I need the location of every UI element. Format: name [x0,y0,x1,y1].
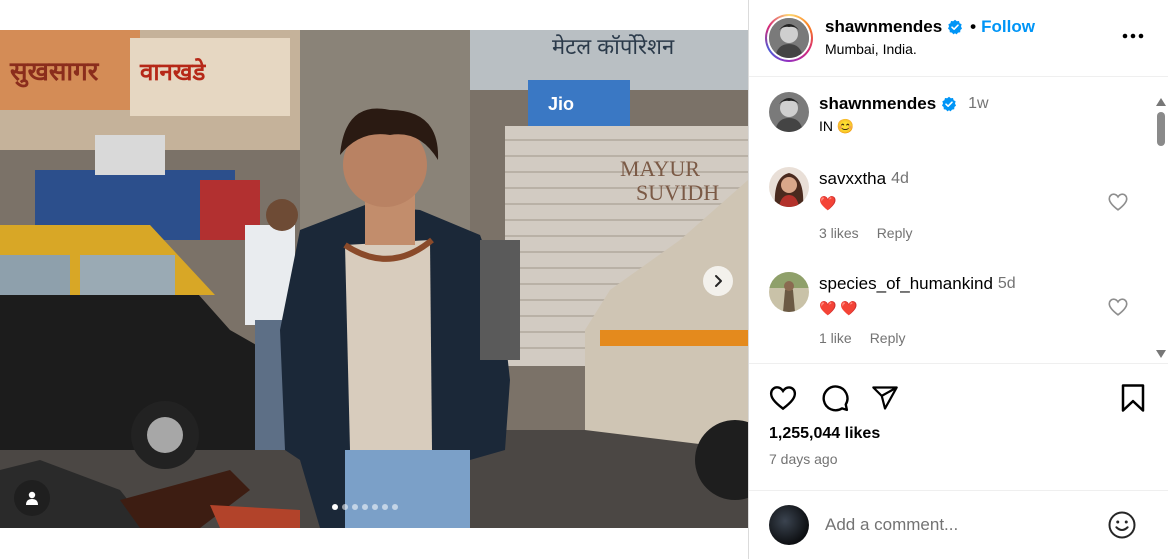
comment-input[interactable] [825,513,1095,537]
comment-username[interactable]: savxxtha [819,169,886,189]
shop-sign-1: सुखसागर [9,56,100,88]
comment-text: ❤️ [819,195,837,211]
author-line: shawnmendes • Follow [825,17,1035,37]
comment-button[interactable] [819,382,851,414]
post-actions [749,380,1168,420]
comment-username[interactable]: species_of_humankind [819,274,993,294]
heart-icon [1108,193,1128,211]
chevron-right-icon [715,275,722,287]
comment-time[interactable]: 4d [891,170,909,188]
like-button[interactable] [767,382,799,414]
corp-sign: मेटल कॉर्पोरेशन [552,34,675,59]
comment-bubble-icon [822,385,849,412]
more-options-button[interactable] [1121,24,1145,48]
follow-button[interactable]: Follow [981,17,1035,37]
mayur-sign-2: SUVIDH [636,180,719,205]
scroll-thumb[interactable] [1157,112,1165,146]
verified-badge-icon [942,96,957,112]
paper-plane-icon [872,386,898,410]
avatar [769,18,809,58]
comments-scrollbar[interactable] [1155,98,1167,363]
carousel-dots [332,504,398,510]
reply-button[interactable]: Reply [877,225,913,241]
carousel-dot [332,504,338,510]
post-photo[interactable]: सुखसागर वानखडे मेटल कॉर्पोरेशन Jio MAYUR… [0,30,748,528]
carousel-dot [362,504,368,510]
author-username[interactable]: shawnmendes [825,17,942,37]
caption-username[interactable]: shawnmendes [819,94,936,114]
author-avatar-story-ring[interactable] [765,14,813,62]
more-horizontal-icon [1122,33,1144,39]
add-comment-bar [749,490,1168,559]
shop-sign-2: वानखडे [139,58,207,86]
comment-like-button[interactable] [1107,296,1129,318]
comment-time[interactable]: 5d [998,275,1016,293]
post-media: सुखसागर वानखडे मेटल कॉर्पोरेशन Jio MAYUR… [0,0,748,559]
smiley-icon [1108,511,1136,539]
comments-list[interactable]: shawnmendes 1w IN 😊 savxxtha 4d ❤️ 3 lik… [749,78,1168,364]
carousel-dot [382,504,388,510]
carousel-dot [352,504,358,510]
post-details-panel: shawnmendes • Follow Mumbai, India. shaw… [748,0,1168,559]
post-date[interactable]: 7 days ago [769,451,838,467]
street-scene-image: सुखसागर वानखडे मेटल कॉर्पोरेशन Jio MAYUR… [0,30,748,528]
post-location[interactable]: Mumbai, India. [825,41,917,57]
share-button[interactable] [869,382,901,414]
comment-text: ❤️ ❤️ [819,300,858,316]
user-tag-icon [26,491,38,505]
comment-likes-count[interactable]: 1 like [819,330,852,346]
scroll-up-arrow[interactable] [1156,98,1166,106]
jio-sign: Jio [548,94,574,114]
comment-item: species_of_humankind 5d ❤️ ❤️ 1 like Rep… [769,272,1139,363]
next-slide-button[interactable] [703,266,733,296]
post-header: shawnmendes • Follow Mumbai, India. [749,0,1168,77]
emoji-button[interactable] [1107,510,1137,540]
avatar[interactable] [769,167,809,207]
verified-badge-icon [948,19,963,35]
comment-item: savxxtha 4d ❤️ 3 likes Reply [769,167,1139,267]
separator-dot: • [970,17,977,36]
mayur-sign-1: MAYUR [620,156,700,181]
comment-like-button[interactable] [1107,191,1129,213]
caption: shawnmendes 1w IN 😊 [769,92,1139,152]
caption-time[interactable]: 1w [968,95,988,113]
avatar[interactable] [769,272,809,312]
scroll-down-arrow[interactable] [1156,350,1166,358]
avatar[interactable] [769,92,809,132]
save-button[interactable] [1117,382,1149,414]
heart-icon [769,386,797,411]
avatar [769,505,809,545]
comment-likes-count[interactable]: 3 likes [819,225,859,241]
bookmark-icon [1121,384,1145,412]
heart-icon [1108,298,1128,316]
reply-button[interactable]: Reply [870,330,906,346]
likes-count[interactable]: 1,255,044 likes [769,425,880,443]
carousel-dot [342,504,348,510]
tagged-users-button[interactable] [14,480,50,516]
carousel-dot [392,504,398,510]
carousel-dot [372,504,378,510]
caption-text: IN 😊 [819,118,855,134]
